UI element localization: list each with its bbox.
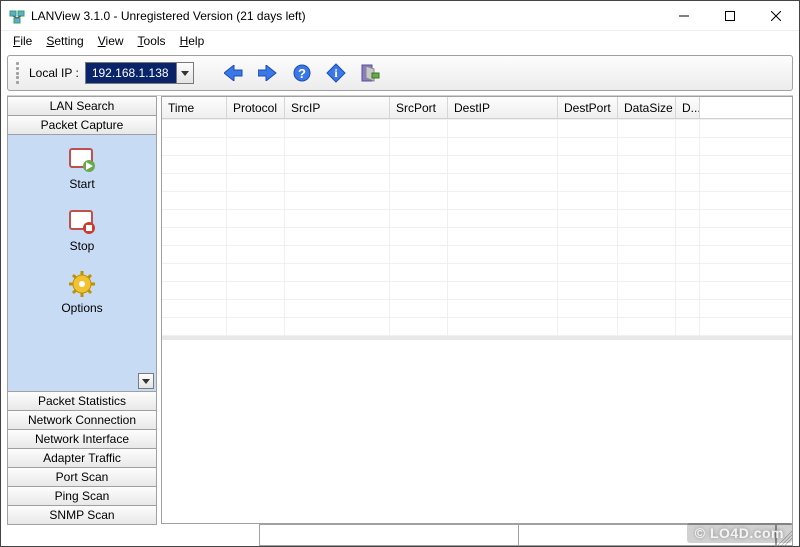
menu-tools[interactable]: Tools: [132, 33, 172, 49]
minimize-button[interactable]: [661, 1, 707, 31]
column-header[interactable]: D...: [676, 97, 700, 118]
info-button[interactable]: i: [322, 59, 350, 87]
local-ip-combo[interactable]: 192.168.1.138: [85, 62, 194, 84]
svg-text:?: ?: [298, 66, 306, 81]
table-body: [162, 119, 792, 336]
local-ip-label: Local IP :: [29, 66, 79, 80]
column-header[interactable]: DestPort: [558, 97, 618, 118]
toolbar-grip[interactable]: [16, 62, 21, 84]
statusbar: [7, 524, 793, 546]
exit-button[interactable]: [356, 59, 384, 87]
menubar: File Setting View Tools Help: [1, 31, 799, 51]
sidebar-item-lan-search[interactable]: LAN Search: [7, 96, 157, 116]
column-header[interactable]: Time: [162, 97, 227, 118]
packet-table[interactable]: TimeProtocolSrcIPSrcPortDestIPDestPortDa…: [162, 97, 792, 336]
sidebar-item-snmp-scan[interactable]: SNMP Scan: [7, 505, 157, 525]
back-button[interactable]: [220, 59, 248, 87]
column-header[interactable]: DataSize: [618, 97, 676, 118]
menu-setting[interactable]: Setting: [40, 33, 89, 49]
options-icon: [65, 269, 99, 299]
sidebar-item-network-interface[interactable]: Network Interface: [7, 429, 157, 449]
titlebar: LANView 3.1.0 - Unregistered Version (21…: [1, 1, 799, 31]
menu-view[interactable]: View: [92, 33, 130, 49]
column-header[interactable]: DestIP: [448, 97, 558, 118]
stop-icon: [65, 207, 99, 237]
help-button[interactable]: ?: [288, 59, 316, 87]
menu-file[interactable]: File: [7, 33, 38, 49]
app-icon: [9, 8, 25, 24]
resize-grip[interactable]: [775, 524, 793, 546]
panel-dropdown-button[interactable]: [138, 373, 154, 389]
start-icon: [65, 145, 99, 175]
maximize-button[interactable]: [707, 1, 753, 31]
toolbar: Local IP : 192.168.1.138 ? i: [7, 55, 793, 91]
status-cell-3: [518, 524, 778, 546]
sidebar-item-packet-capture[interactable]: Packet Capture: [7, 115, 157, 135]
sidebar-item-packet-statistics[interactable]: Packet Statistics: [7, 391, 157, 411]
close-button[interactable]: [753, 1, 799, 31]
main-area: TimeProtocolSrcIPSrcPortDestIPDestPortDa…: [161, 96, 793, 524]
local-ip-value: 192.168.1.138: [86, 63, 176, 83]
options-label: Options: [61, 301, 102, 315]
sidebar-item-network-connection[interactable]: Network Connection: [7, 410, 157, 430]
start-button[interactable]: Start: [65, 145, 99, 191]
window-title: LANView 3.1.0 - Unregistered Version (21…: [31, 9, 661, 23]
status-cell-2: [259, 524, 519, 546]
column-header[interactable]: SrcPort: [390, 97, 448, 118]
chevron-down-icon[interactable]: [176, 63, 193, 83]
sidebar-item-port-scan[interactable]: Port Scan: [7, 467, 157, 487]
stop-button[interactable]: Stop: [65, 207, 99, 253]
sidebar-item-adapter-traffic[interactable]: Adapter Traffic: [7, 448, 157, 468]
table-header: TimeProtocolSrcIPSrcPortDestIPDestPortDa…: [162, 97, 792, 119]
column-header[interactable]: SrcIP: [285, 97, 390, 118]
status-cell-1: [7, 524, 260, 546]
start-label: Start: [69, 177, 94, 191]
sidebar: LAN Search Packet Capture Start Stop Opt…: [7, 96, 157, 524]
menu-help[interactable]: Help: [174, 33, 211, 49]
stop-label: Stop: [70, 239, 95, 253]
detail-pane[interactable]: [162, 336, 792, 523]
sidebar-item-ping-scan[interactable]: Ping Scan: [7, 486, 157, 506]
options-button[interactable]: Options: [61, 269, 102, 315]
column-header[interactable]: Protocol: [227, 97, 285, 118]
packet-capture-panel: Start Stop Options: [7, 134, 157, 392]
forward-button[interactable]: [254, 59, 282, 87]
